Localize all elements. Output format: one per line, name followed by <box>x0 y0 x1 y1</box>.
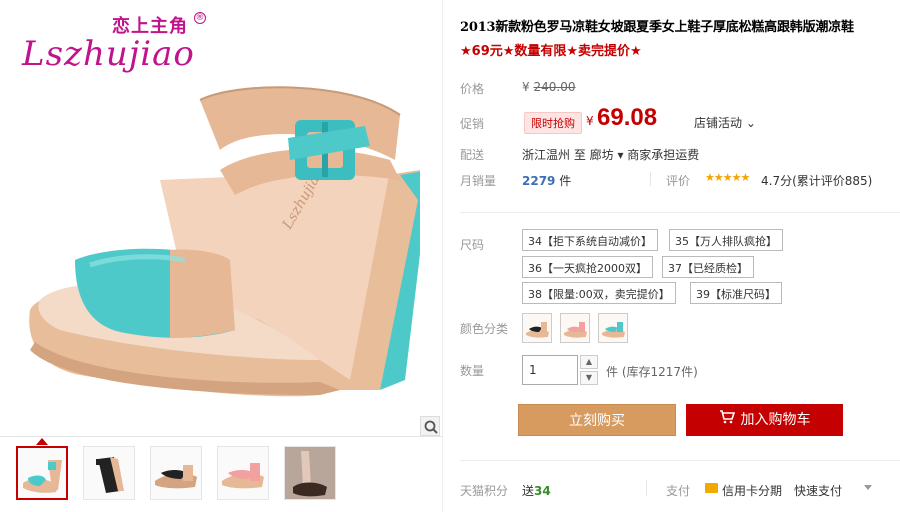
shipping-info[interactable]: 浙江温州 至 廊坊 ▾ 商家承担运费 <box>522 146 699 163</box>
color-label: 颜色分类 <box>460 322 509 336</box>
size-option-39[interactable]: 39【标准尺码】 <box>690 282 782 304</box>
size-option-35[interactable]: 35【万人排队疯抢】 <box>669 229 783 251</box>
size-option-36[interactable]: 36【一天疯抢2000双】 <box>522 256 653 278</box>
size-option-37[interactable]: 37【已经质检】 <box>662 256 754 278</box>
thumbnail-1[interactable] <box>16 446 68 500</box>
sales-unit: 件 <box>559 174 572 188</box>
product-title: 2013新款粉色罗马凉鞋女坡跟夏季女上鞋子厚底松糕高跟韩版潮凉鞋 <box>460 20 854 35</box>
chevron-down-icon[interactable] <box>864 485 872 490</box>
points-number: 34 <box>534 484 551 498</box>
thumbnail-2[interactable] <box>83 446 135 500</box>
cart-icon <box>719 404 735 436</box>
credit-installment-link[interactable]: 信用卡分期 <box>722 482 782 499</box>
sales-count: 2279 <box>522 174 556 188</box>
size-option-38[interactable]: 38【限量:00双，卖完提价】 <box>522 282 676 304</box>
color-option-teal[interactable] <box>598 313 628 343</box>
price-label: 价格 <box>460 82 485 96</box>
separator <box>650 172 651 186</box>
review-label: 评价 <box>666 174 691 188</box>
points-value: 送34 <box>522 482 551 499</box>
panel-divider <box>442 0 443 512</box>
flash-sale-badge: 限时抢购 <box>524 112 582 134</box>
star-rating-icon: ★★★★★ <box>705 171 750 184</box>
registered-mark: ® <box>194 12 206 24</box>
product-gallery: 恋上主角 ® Lszhujiao Lszhujiao <box>0 0 442 512</box>
color-option-pink[interactable] <box>560 313 590 343</box>
add-to-cart-button[interactable]: 加入购物车 <box>686 404 843 436</box>
thumbnail-5[interactable] <box>284 446 336 500</box>
main-product-image[interactable]: 恋上主角 ® Lszhujiao Lszhujiao <box>0 0 442 437</box>
active-thumb-caret <box>36 438 48 445</box>
add-to-cart-label: 加入购物车 <box>740 412 811 428</box>
quick-pay-link[interactable]: 快速支付 <box>794 482 842 499</box>
size-option-34[interactable]: 34【拒下系统自动减价】 <box>522 229 658 251</box>
buy-now-button[interactable]: 立刻购买 <box>518 404 676 436</box>
thumbnail-4[interactable] <box>217 446 269 500</box>
store-activity-dropdown[interactable]: 店铺活动 ⌄ <box>694 114 756 131</box>
promo-slogan: ★69元★数量有限★卖完提价★ <box>460 44 642 59</box>
chevron-down-icon: ⌄ <box>742 116 756 130</box>
separator <box>646 480 647 496</box>
section-divider <box>460 212 900 213</box>
shipping-label: 配送 <box>460 148 485 162</box>
sandal-illustration: Lszhujiao <box>29 86 420 397</box>
promotion-label: 促销 <box>460 117 485 131</box>
points-prefix: 送 <box>522 484 535 498</box>
quantity-decrease-button[interactable]: ▼ <box>580 371 598 385</box>
quantity-increase-button[interactable]: ▲ <box>580 355 598 369</box>
quantity-label: 数量 <box>460 364 485 378</box>
stock-count: (库存1217件) <box>621 365 698 379</box>
section-divider <box>460 460 900 461</box>
thumbnail-strip <box>16 446 336 500</box>
quantity-input[interactable]: 1 <box>522 355 578 385</box>
original-price-value: 240.00 <box>533 80 576 94</box>
rating-summary[interactable]: 4.7分(累计评价885) <box>761 172 872 189</box>
payment-label: 支付 <box>666 484 691 498</box>
original-price: ¥ 240.00 <box>522 80 575 94</box>
current-price-currency: ¥ <box>586 114 594 128</box>
quantity-unit: 件 <box>606 365 619 379</box>
stock-info: 件 (库存1217件) <box>606 363 698 380</box>
size-label: 尺码 <box>460 238 485 252</box>
store-activity-label: 店铺活动 <box>694 116 743 130</box>
current-price: 69.08 <box>597 104 658 131</box>
zoom-icon[interactable] <box>420 416 440 436</box>
monthly-sales-label: 月销量 <box>460 174 497 188</box>
monthly-sales: 2279 件 <box>522 172 571 189</box>
points-label: 天猫积分 <box>460 484 509 498</box>
credit-card-icon <box>705 483 718 493</box>
original-price-currency: ¥ <box>522 80 530 94</box>
color-option-black[interactable] <box>522 313 552 343</box>
thumbnail-3[interactable] <box>150 446 202 500</box>
